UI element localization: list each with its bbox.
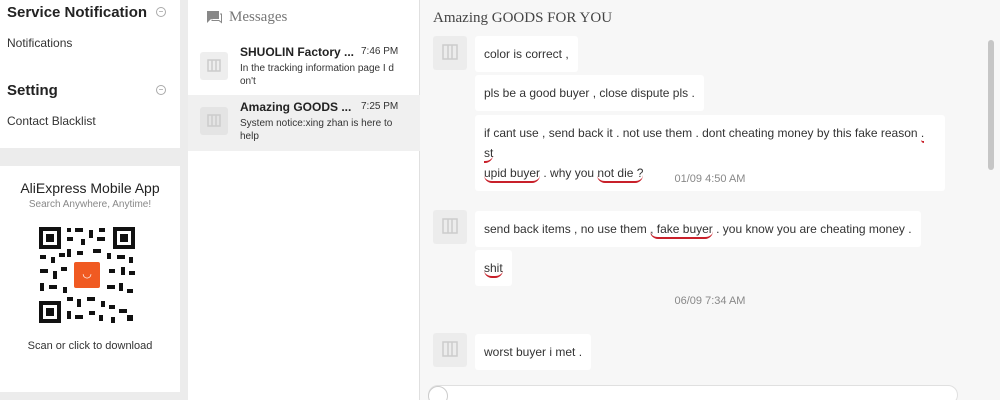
shop-avatar-icon <box>200 52 228 80</box>
message-text: send back items , no use them <box>484 222 651 236</box>
emoji-icon[interactable] <box>428 386 448 400</box>
contact-blacklist-link[interactable]: Contact Blacklist <box>7 114 96 128</box>
conversation-list: Messages SHUOLIN Factory ... 7:46 PM In … <box>188 0 420 400</box>
chat-panel: Amazing GOODS FOR YOU color is correct ,… <box>420 0 1000 400</box>
shop-avatar-icon <box>200 107 228 135</box>
message-text: if cant use , send back it . not use the… <box>484 126 921 140</box>
qr-code[interactable]: ◡ <box>37 225 137 325</box>
messages-title: Messages <box>229 9 288 25</box>
message-text: . you know you are cheating money . <box>712 222 912 236</box>
timestamp: 01/09 4:50 AM <box>674 173 746 185</box>
message-bubble: worst buyer i met . <box>475 334 592 370</box>
seller-avatar-icon <box>433 210 467 244</box>
seller-avatar-icon <box>433 333 467 367</box>
conversation-preview: System notice:xing zhan is here to help <box>240 118 393 142</box>
messages-header: Messages <box>188 0 420 36</box>
aliexpress-logo-icon: ◡ <box>72 260 102 290</box>
conversation-preview: In the tracking information page I d on'… <box>240 63 394 87</box>
app-title: AliExpress Mobile App <box>20 180 160 196</box>
chat-title: Amazing GOODS FOR YOU <box>433 10 613 26</box>
collapse-icon[interactable]: − <box>156 7 166 17</box>
message-bubble: pls be a good buyer , close dispute pls … <box>475 75 704 111</box>
message-bubble: send back items , no use them , fake buy… <box>475 211 921 247</box>
service-notification-title: Service Notification <box>7 4 148 21</box>
message-bubble: color is correct , <box>475 36 578 72</box>
settings-panel: Service Notification − Notifications Set… <box>0 0 180 148</box>
scrollbar[interactable] <box>988 40 994 170</box>
timestamp: 06/09 7:34 AM <box>674 295 746 307</box>
app-subtitle: Search Anywhere, Anytime! <box>28 199 152 210</box>
setting-title: Setting <box>7 82 58 99</box>
download-link[interactable]: Scan or click to download <box>0 340 180 352</box>
conversation-time: 7:46 PM <box>361 46 399 57</box>
conversation-item[interactable]: SHUOLIN Factory ... 7:46 PM In the track… <box>188 40 420 96</box>
conversation-name: SHUOLIN Factory ... <box>240 45 355 59</box>
message-bubble: shit <box>475 250 512 286</box>
collapse-icon[interactable]: − <box>156 85 166 95</box>
mobile-app-panel: AliExpress Mobile App Search Anywhere, A… <box>0 166 180 392</box>
underlined-text: shit <box>484 261 503 278</box>
seller-avatar-icon <box>433 36 467 70</box>
underlined-text: , fake buyer <box>650 222 713 239</box>
conversation-name: Amazing GOODS ... <box>240 100 352 114</box>
conversation-item-active[interactable]: Amazing GOODS ... 7:25 PM System notice:… <box>188 95 420 151</box>
conversation-time: 7:25 PM <box>361 101 399 112</box>
chat-bubble-icon <box>207 11 222 24</box>
notifications-link[interactable]: Notifications <box>7 36 72 50</box>
message-input[interactable] <box>428 385 958 400</box>
left-sidebar: Service Notification − Notifications Set… <box>0 0 180 400</box>
